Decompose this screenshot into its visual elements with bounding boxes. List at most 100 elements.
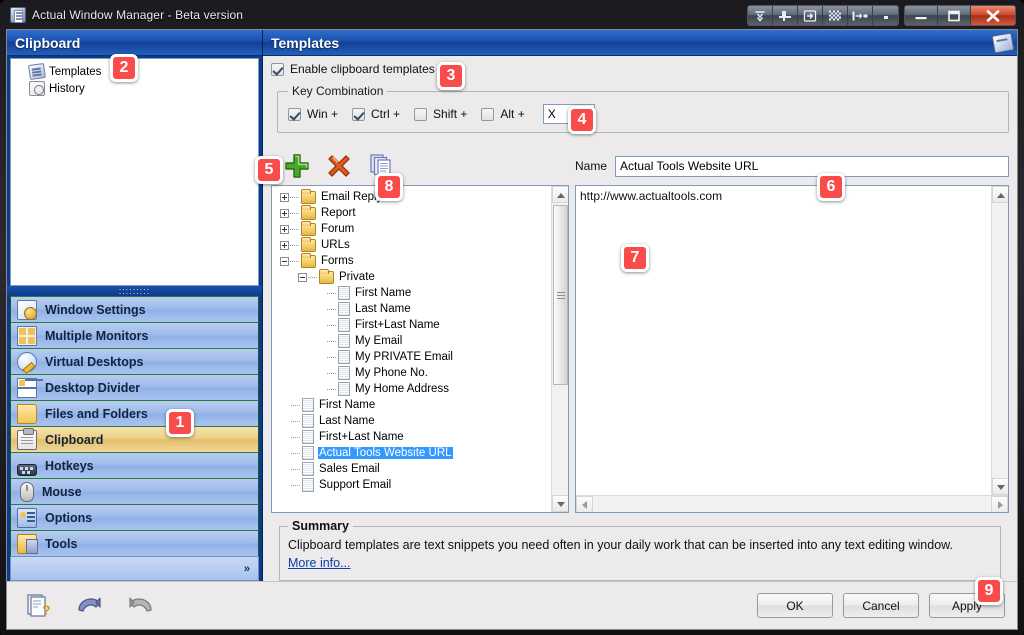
file-icon xyxy=(338,334,350,348)
callout-badge-number: 8 xyxy=(384,178,394,195)
delete-template-button[interactable] xyxy=(325,152,353,180)
scroll-down-button[interactable] xyxy=(552,495,568,512)
scroll-up-button[interactable] xyxy=(992,186,1008,203)
scroll-right-button[interactable] xyxy=(991,496,1008,512)
ok-button[interactable]: OK xyxy=(757,593,833,618)
scroll-left-button[interactable] xyxy=(576,496,593,512)
alt-modifier-row[interactable]: Alt + xyxy=(481,107,525,121)
template-tree-item-label: First+Last Name xyxy=(355,319,440,331)
summary-group: Summary Clipboard templates are text sni… xyxy=(279,519,1001,581)
shift-modifier-checkbox[interactable] xyxy=(414,107,428,121)
client-area: Clipboard Templates History ::::::::: Wi… xyxy=(6,29,1018,630)
expand-icon[interactable] xyxy=(280,224,289,234)
template-tree-item[interactable]: My Phone No. xyxy=(274,365,551,381)
sidebar-item-options[interactable]: Options xyxy=(10,504,259,531)
collapse-icon[interactable] xyxy=(280,256,289,266)
add-template-button[interactable] xyxy=(283,152,311,180)
sidebar-item-files-and-folders[interactable]: Files and Folders xyxy=(10,400,259,427)
template-tree-item[interactable]: Private xyxy=(274,268,551,285)
template-tree-item[interactable]: Actual Tools Website URL xyxy=(274,445,551,461)
send-to-button[interactable] xyxy=(798,6,823,25)
expand-icon[interactable] xyxy=(280,192,289,202)
alt-modifier-label: Alt + xyxy=(500,107,525,121)
template-text-vscrollbar[interactable] xyxy=(991,186,1008,495)
template-tree-item[interactable]: Last Name xyxy=(274,301,551,317)
template-tree-item[interactable]: My PRIVATE Email xyxy=(274,349,551,365)
shift-modifier-row[interactable]: Shift + xyxy=(414,107,467,121)
templates-icon xyxy=(991,31,1015,54)
maximize-button[interactable] xyxy=(938,6,971,25)
enable-clipboard-templates-row[interactable]: Enable clipboard templates xyxy=(271,62,1009,76)
alt-modifier-checkbox[interactable] xyxy=(481,107,495,121)
redo-icon[interactable] xyxy=(125,593,153,619)
collapse-icon[interactable] xyxy=(298,272,307,282)
template-tree-item[interactable]: Forum xyxy=(274,220,551,237)
sidebar-item-window-settings[interactable]: Window Settings xyxy=(10,296,259,323)
tree-connector xyxy=(290,228,299,230)
template-tree-item[interactable]: First+Last Name xyxy=(274,317,551,333)
pin-button[interactable] xyxy=(773,6,798,25)
ctrl-modifier-checkbox[interactable] xyxy=(352,107,366,121)
template-tree-item[interactable]: Forms xyxy=(274,252,551,269)
scroll-down-button[interactable] xyxy=(992,478,1008,495)
template-tree-item[interactable]: My Email xyxy=(274,333,551,349)
win-modifier-checkbox[interactable] xyxy=(288,107,301,121)
close-button[interactable] xyxy=(971,6,1015,25)
template-tree-scrollbar[interactable] xyxy=(551,186,568,512)
template-tree-item[interactable]: My Home Address xyxy=(274,381,551,397)
template-tree[interactable]: Email Reply Report Forum URLs Forms Private Fi… xyxy=(271,185,569,513)
minimize-button[interactable] xyxy=(905,6,938,25)
help-icon[interactable]: ? xyxy=(25,593,53,619)
template-tree-item[interactable]: Support Email xyxy=(274,477,551,493)
template-tree-item[interactable]: URLs xyxy=(274,236,551,253)
scrollbar-thumb[interactable] xyxy=(553,205,568,385)
sidebar-item-templates[interactable]: Templates xyxy=(19,62,258,81)
sidebar-tree[interactable]: Templates History xyxy=(10,58,259,286)
template-tree-item-label: Last Name xyxy=(355,303,411,315)
enable-clipboard-templates-checkbox[interactable] xyxy=(271,62,284,76)
multiple-monitors-icon xyxy=(17,325,37,346)
ctrl-modifier-row[interactable]: Ctrl + xyxy=(352,107,400,121)
key-combination-row: Win + Ctrl + Shift + Alt + X xyxy=(288,104,998,124)
sidebar-item-hotkeys[interactable]: Hotkeys xyxy=(10,452,259,479)
sidebar-item-clipboard[interactable]: Clipboard xyxy=(10,426,259,453)
title-bar[interactable]: Actual Window Manager - Beta version xyxy=(6,4,1018,26)
cancel-button[interactable]: Cancel xyxy=(843,593,919,618)
template-tree-item[interactable]: Report xyxy=(274,204,551,221)
template-tree-item[interactable]: First+Last Name xyxy=(274,429,551,445)
callout-badge-7: 7 xyxy=(621,244,649,272)
template-tree-item[interactable]: Sales Email xyxy=(274,461,551,477)
template-tree-item[interactable]: Last Name xyxy=(274,413,551,429)
file-icon xyxy=(338,350,350,364)
scroll-up-button[interactable] xyxy=(552,186,568,203)
template-tree-item[interactable]: First Name xyxy=(274,285,551,301)
editor-area: Email Reply Report Forum URLs Forms Private Fi… xyxy=(271,147,1009,513)
sidebar-item-mouse[interactable]: Mouse xyxy=(10,478,259,505)
template-name-input[interactable] xyxy=(615,155,1009,177)
sidebar-item-desktop-divider[interactable]: Desktop Divider xyxy=(10,374,259,401)
chevron-double-right-icon: » xyxy=(243,562,250,575)
template-text-hscrollbar[interactable] xyxy=(576,495,1008,512)
template-text-box[interactable]: http://www.actualtools.com xyxy=(575,185,1009,513)
expand-icon[interactable] xyxy=(280,240,289,250)
template-tree-item-label: Report xyxy=(321,207,356,219)
sidebar-item-tools[interactable]: Tools xyxy=(10,530,259,557)
template-tree-item[interactable]: Email Reply xyxy=(274,188,551,205)
sidebar-splitter[interactable]: ::::::::: xyxy=(7,286,262,296)
undo-icon[interactable] xyxy=(75,593,103,619)
tree-connector xyxy=(327,292,336,294)
sidebar-expand-more-button[interactable]: » xyxy=(10,556,259,581)
expand-icon[interactable] xyxy=(280,208,289,218)
more-info-link[interactable]: More info... xyxy=(288,556,351,570)
align-button[interactable] xyxy=(848,6,873,25)
win-modifier-row[interactable]: Win + xyxy=(288,107,338,121)
sidebar-item-history[interactable]: History xyxy=(19,80,258,97)
tree-connector xyxy=(327,308,336,310)
transparency-button[interactable] xyxy=(823,6,848,25)
sidebar-item-virtual-desktops[interactable]: Virtual Desktops xyxy=(10,348,259,375)
extra-button[interactable] xyxy=(873,6,898,25)
roll-up-button[interactable] xyxy=(748,6,773,25)
template-text-content[interactable]: http://www.actualtools.com xyxy=(576,186,991,495)
sidebar-item-multiple-monitors[interactable]: Multiple Monitors xyxy=(10,322,259,349)
template-tree-item[interactable]: First Name xyxy=(274,397,551,413)
